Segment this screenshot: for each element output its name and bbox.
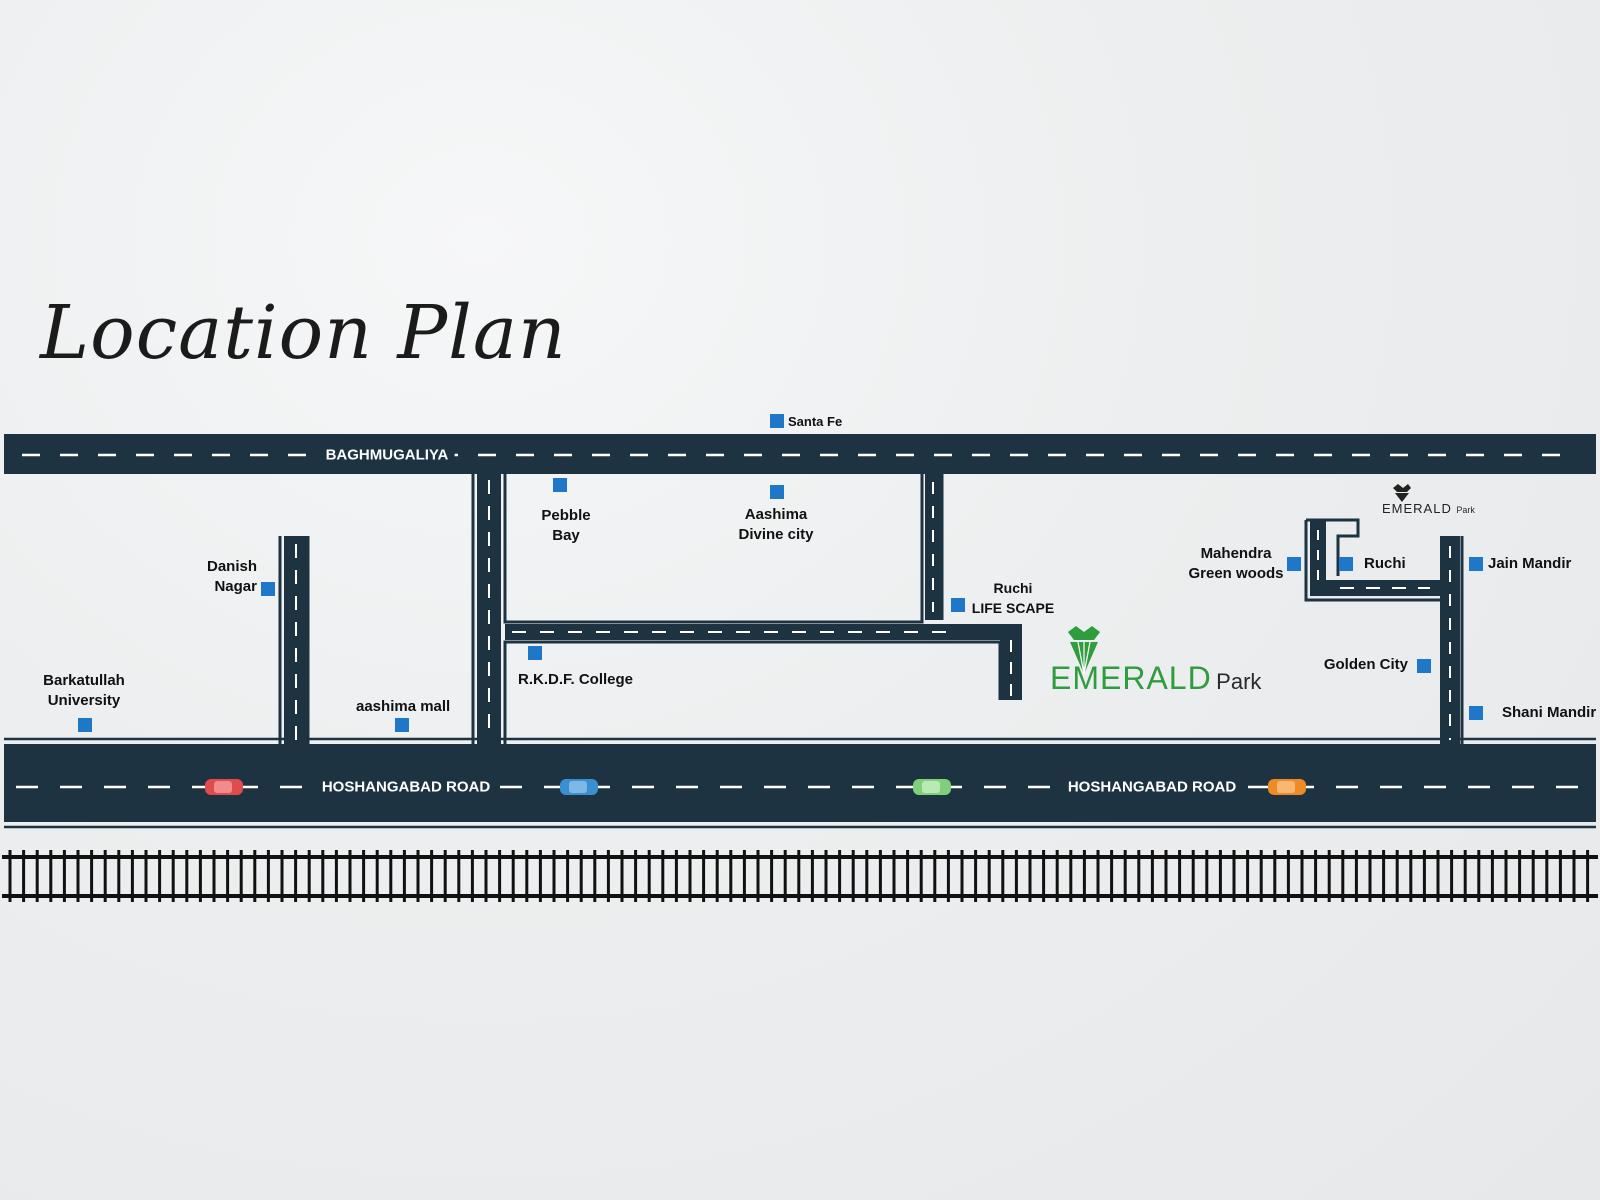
landmark-ruchi-lifescape: Ruchi LIFE SCAPE [971, 580, 1055, 616]
location-marker-icon [770, 414, 784, 428]
landmark-santa-fe: Santa Fe [788, 414, 843, 429]
emerald-park-small-logo: EMERALD Park [1382, 500, 1475, 518]
central-connector-road [477, 474, 501, 744]
baghmugaliya-road [4, 434, 1596, 474]
location-marker-icon [1469, 557, 1483, 571]
location-marker-icon [1339, 557, 1353, 571]
landmark-jain-mandir: Jain Mandir [1488, 555, 1572, 572]
location-marker-icon [395, 718, 409, 732]
landmark-aashima-mall: aashima mall [356, 698, 451, 715]
location-marker-icon [1469, 706, 1483, 720]
car-icon [913, 779, 951, 795]
hoshangabad-label-1: HOSHANGABAD ROAD [315, 778, 497, 796]
landmark-barkatullah-university: Barkatullah University [43, 672, 125, 709]
landmark-golden-city: Golden City [1323, 656, 1408, 673]
landmark-rkdf-college: R.K.D.F. College [518, 671, 634, 688]
location-marker-icon [951, 598, 965, 612]
location-marker-icon [770, 485, 784, 499]
car-icon [205, 779, 243, 795]
location-marker-icon [553, 478, 567, 492]
page-title: Location Plan [40, 290, 567, 376]
location-marker-icon [1417, 659, 1431, 673]
car-icon [560, 779, 598, 795]
small-logo-word: EMERALD [1382, 501, 1452, 516]
landmark-aashima-divine-city: Aashima Divine city [738, 506, 814, 543]
location-marker-icon [78, 718, 92, 732]
location-marker-icon [1287, 557, 1301, 571]
railway-track [2, 850, 1598, 902]
middle-road [505, 624, 1000, 640]
logo-word: EMERALD [1050, 660, 1212, 696]
hoshangabad-label-2: HOSHANGABAD ROAD [1061, 778, 1243, 796]
landmark-ruchi: Ruchi [1364, 555, 1406, 572]
car-icon [1268, 779, 1306, 795]
danish-nagar-road [284, 536, 308, 744]
baghmugaliya-label: BAGHMUGALIYA [319, 446, 455, 464]
location-marker-icon [261, 582, 275, 596]
landmark-shani-mandir: Shani Mandir [1502, 704, 1597, 721]
landmark-mahendra-green-woods: Mahendra Green woods [1188, 545, 1284, 582]
location-map [2, 414, 1598, 902]
landmark-danish-nagar: Danish Nagar [206, 558, 257, 595]
location-marker-icon [528, 646, 542, 660]
hoshangabad-road [4, 737, 1596, 829]
logo-sub: Park [1216, 669, 1262, 694]
emerald-park-logo: EMERALD Park [1050, 660, 1261, 697]
small-logo-sub: Park [1456, 505, 1475, 515]
landmark-pebble-bay: Pebble Bay [541, 507, 591, 544]
